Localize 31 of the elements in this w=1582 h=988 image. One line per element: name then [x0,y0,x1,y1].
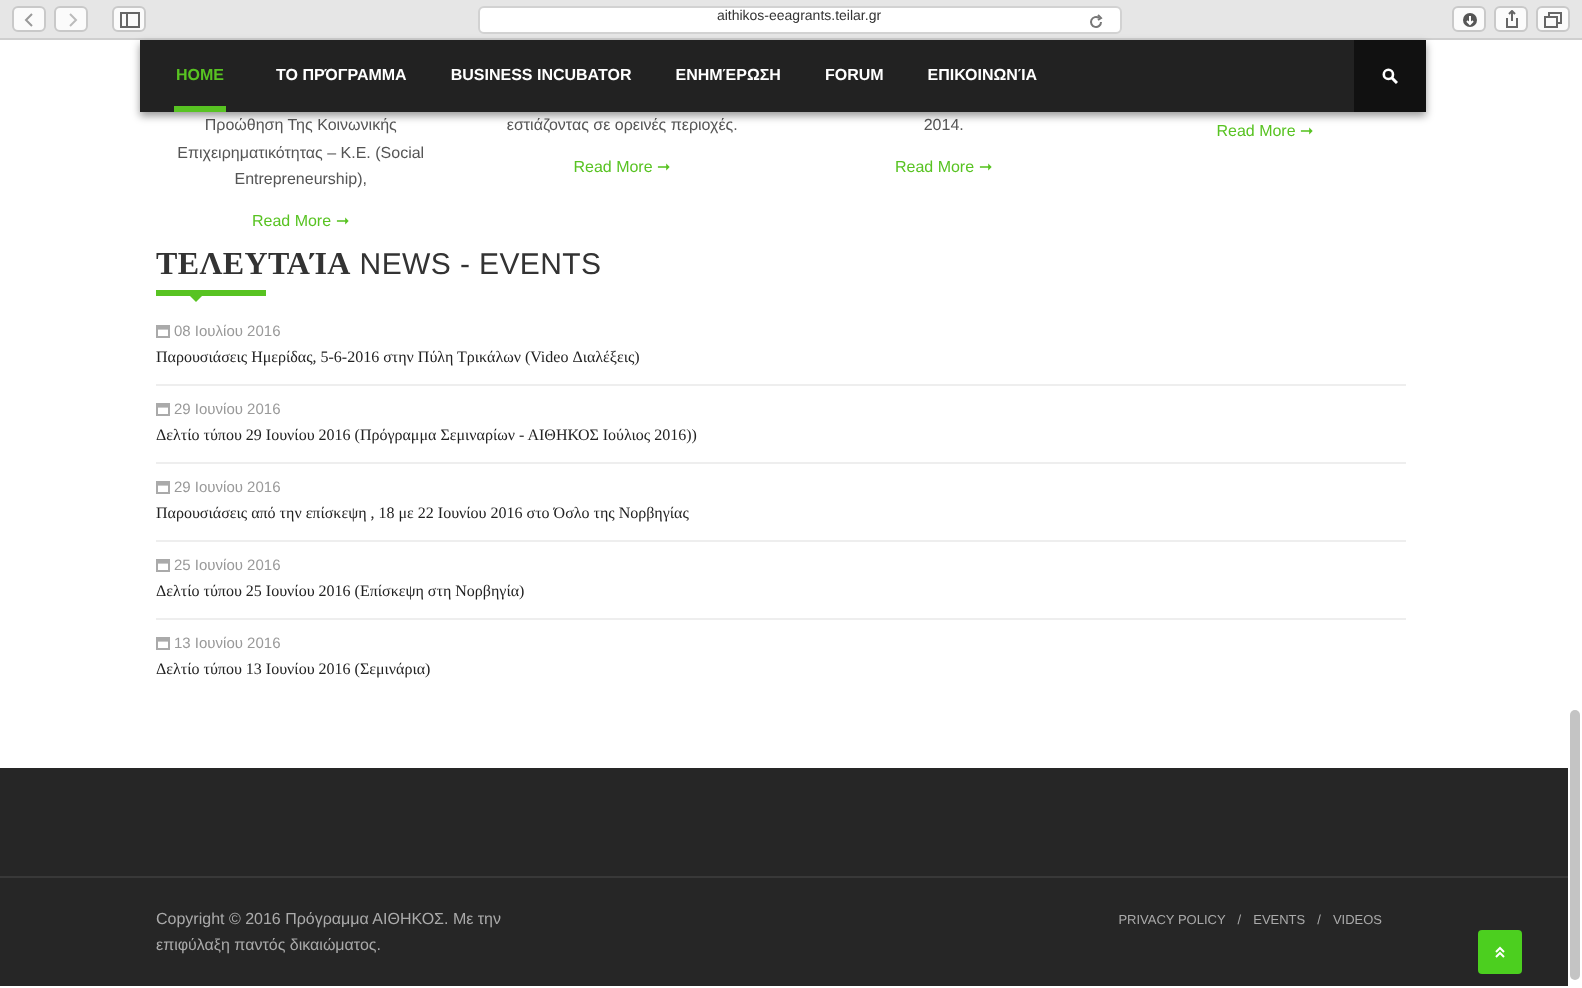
calendar-icon [156,479,170,494]
description-text: Προώθηση Της Κοινωνικής Επιχειρηματικότητας – Κ.Ε. (Social Entrepreneurship), [175,114,427,192]
nav-link[interactable]: BUSINESS INCUBATOR [428,40,654,112]
news-title-link[interactable]: Δελτίο τύπου 25 Ιουνίου 2016 (Επίσκεψη στη Νορβηγία) [156,579,525,602]
search-icon [1382,68,1398,84]
copyright-text: Copyright © 2016 Πρόγραμμα ΑΙΘΗΚΟΣ. Με την επιφύλαξη παντός δικαιώματος. [156,908,503,958]
nav-link[interactable]: ΕΠΙΚΟΙΝΩΝΊΑ [905,40,1060,112]
nav-link[interactable]: HOME [140,40,254,112]
share-icon[interactable] [1494,6,1528,32]
tabs-icon[interactable] [1536,6,1570,32]
description-text: εστιάζοντας σε ορεινές περιοχές. [504,114,740,138]
section-heading: ΤΕΛΕΥΤΑΊΑ NEWS - EVENTS [156,245,604,284]
nav-link[interactable]: ΤΟ ΠΡΌΓΡΑΜΜΑ [254,40,429,112]
scrollbar-thumb[interactable] [1570,710,1580,980]
description-text: 2014. [921,114,966,138]
calendar-icon [156,401,170,416]
nav-link[interactable]: FORUM [802,40,906,112]
reload-icon[interactable] [1087,13,1103,29]
back-icon[interactable] [12,6,46,32]
news-title-link[interactable]: Παρουσιάσεις Ημερίδας, 5-6-2016 στην Πύλη Τρικάλων (Video Διαλέξεις) [156,345,640,368]
search-button[interactable] [1354,40,1426,112]
nav-link[interactable]: ΕΝΗΜΈΡΩΣΗ [653,40,803,112]
download-icon[interactable] [1452,6,1486,32]
chevrons-up-icon [1494,946,1506,958]
sidebar-icon[interactable] [112,6,146,32]
calendar-icon [156,635,170,650]
calendar-icon [156,323,170,338]
news-title-link[interactable]: Δελτίο τύπου 13 Ιουνίου 2016 (Σεμινάρια) [156,657,431,680]
news-title-link[interactable]: Παρουσιάσεις από την επίσκεψη , 18 με 22 Ιουνίου 2016 στο Όσλο της Νορβηγίας [156,501,689,524]
calendar-icon [156,557,170,572]
news-title-link[interactable]: Δελτίο τύπου 29 Ιουνίου 2016 (Πρόγραμμα Σεμιναρίων - ΑΙΘΗΚΟΣ Ιούλιος 2016)) [156,423,697,446]
